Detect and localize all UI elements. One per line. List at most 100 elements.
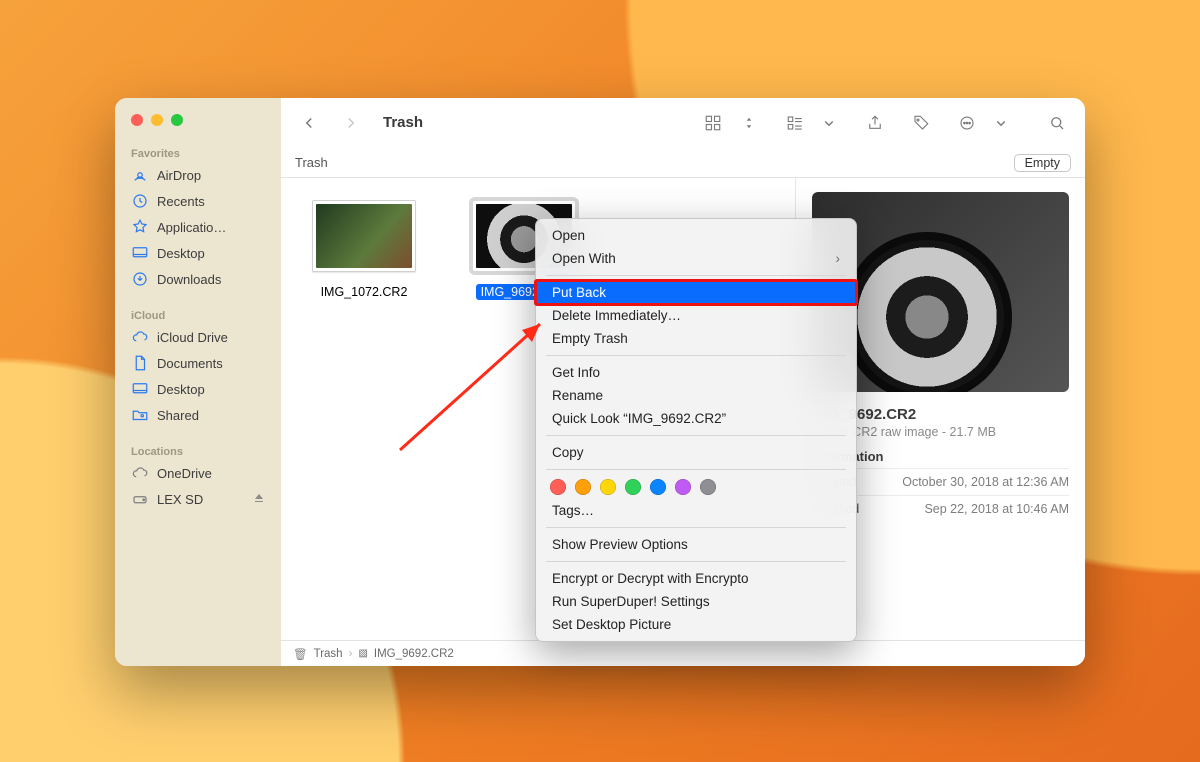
minimize-window-button[interactable] [151,114,163,126]
menu-item-label: Tags… [552,503,594,518]
menu-item[interactable]: Tags… [536,499,856,522]
file-name-label[interactable]: IMG_1072.CR2 [316,284,413,300]
sidebar-item-icloud-desktop[interactable]: Desktop [125,376,271,402]
sidebar: Favorites AirDrop Recents Applicatio… De… [115,98,281,666]
menu-item[interactable]: Open [536,224,856,247]
sidebar-item-applications[interactable]: Applicatio… [125,214,271,240]
menu-item-label: Delete Immediately… [552,308,681,323]
airdrop-icon [131,166,149,184]
sidebar-heading-locations: Locations [125,442,271,460]
menu-item-label: Empty Trash [552,331,628,346]
menu-separator [546,561,846,562]
menu-item-label: Set Desktop Picture [552,617,671,632]
sidebar-item-icloud-drive[interactable]: iCloud Drive [125,324,271,350]
chevron-right-icon: › [349,648,353,660]
file-item[interactable]: IMG_1072.CR2 [299,200,429,300]
sidebar-item-airdrop[interactable]: AirDrop [125,162,271,188]
downloads-icon [131,270,149,288]
location-label: Trash [295,155,328,170]
menu-separator [546,275,846,276]
sidebar-item-documents[interactable]: Documents [125,350,271,376]
zoom-window-button[interactable] [171,114,183,126]
menu-item[interactable]: Copy [536,441,856,464]
document-icon [131,354,149,372]
tag-color-dot[interactable] [575,479,591,495]
menu-separator [546,435,846,436]
desktop-icon [131,380,149,398]
view-mode-stepper-icon[interactable] [735,109,763,137]
menu-tag-colors[interactable] [536,475,856,499]
sidebar-item-recents[interactable]: Recents [125,188,271,214]
chevron-down-icon[interactable] [987,109,1015,137]
menu-item-label: Open With [552,251,616,266]
sidebar-item-desktop[interactable]: Desktop [125,240,271,266]
menu-item-label: Run SuperDuper! Settings [552,594,710,609]
menu-item[interactable]: Quick Look “IMG_9692.CR2” [536,407,856,430]
view-mode-button[interactable] [699,109,727,137]
cloud-icon [131,328,149,346]
menu-separator [546,355,846,356]
menu-item-label: Quick Look “IMG_9692.CR2” [552,411,726,426]
back-button[interactable] [295,109,323,137]
trash-icon: 🗑 [293,647,308,661]
tag-color-dot[interactable] [700,479,716,495]
menu-item[interactable]: Open With › [536,247,856,270]
chevron-right-icon: › [836,251,841,266]
menu-item[interactable]: Run SuperDuper! Settings [536,590,856,613]
menu-item[interactable]: Show Preview Options [536,533,856,556]
window-title: Trash [383,114,423,131]
group-button[interactable] [781,109,809,137]
sidebar-item-external-disk[interactable]: LEX SD [125,486,271,512]
menu-item[interactable]: Encrypt or Decrypt with Encrypto [536,567,856,590]
menu-separator [546,469,846,470]
location-bar: Trash Empty [281,148,1085,178]
disk-icon [131,490,149,508]
tag-color-dot[interactable] [675,479,691,495]
menu-item[interactable]: Get Info [536,361,856,384]
forward-button[interactable] [337,109,365,137]
menu-item[interactable]: Empty Trash [536,327,856,350]
menu-item[interactable]: Set Desktop Picture [536,613,856,636]
menu-item-label: Get Info [552,365,600,380]
menu-item[interactable]: Rename [536,384,856,407]
chevron-down-icon[interactable] [815,109,843,137]
menu-item[interactable]: Put Back [536,281,856,304]
desktop-icon [131,244,149,262]
share-button[interactable] [861,109,889,137]
menu-item-label: Put Back [552,285,606,300]
path-segment[interactable]: IMG_9692.CR2 [374,648,454,660]
file-icon: ▧ [358,648,367,659]
cloud-icon [131,464,149,482]
path-segment[interactable]: Trash [314,648,343,660]
sidebar-item-onedrive[interactable]: OneDrive [125,460,271,486]
shared-folder-icon [131,406,149,424]
context-menu: Open Open With › Put Back Delete Immediately… [535,218,857,642]
toolbar: Trash [281,98,1085,148]
menu-separator [546,527,846,528]
search-button[interactable] [1043,109,1071,137]
tag-color-dot[interactable] [550,479,566,495]
menu-item-label: Show Preview Options [552,537,688,552]
tag-color-dot[interactable] [600,479,616,495]
empty-trash-button[interactable]: Empty [1014,154,1071,172]
sidebar-heading-icloud: iCloud [125,306,271,324]
sidebar-heading-favorites: Favorites [125,144,271,162]
menu-item-label: Rename [552,388,603,403]
sidebar-item-downloads[interactable]: Downloads [125,266,271,292]
tag-color-dot[interactable] [625,479,641,495]
menu-item[interactable]: Delete Immediately… [536,304,856,327]
tags-button[interactable] [907,109,935,137]
clock-icon [131,192,149,210]
file-thumbnail[interactable] [312,200,416,272]
tag-color-dot[interactable] [650,479,666,495]
close-window-button[interactable] [131,114,143,126]
path-bar[interactable]: 🗑 Trash › ▧ IMG_9692.CR2 [281,640,1085,666]
menu-item-label: Copy [552,445,584,460]
sidebar-item-shared[interactable]: Shared [125,402,271,428]
action-button[interactable] [953,109,981,137]
menu-item-label: Encrypt or Decrypt with Encrypto [552,571,749,586]
menu-item-label: Open [552,228,585,243]
applications-icon [131,218,149,236]
window-controls [125,112,271,144]
eject-icon[interactable] [253,492,265,507]
